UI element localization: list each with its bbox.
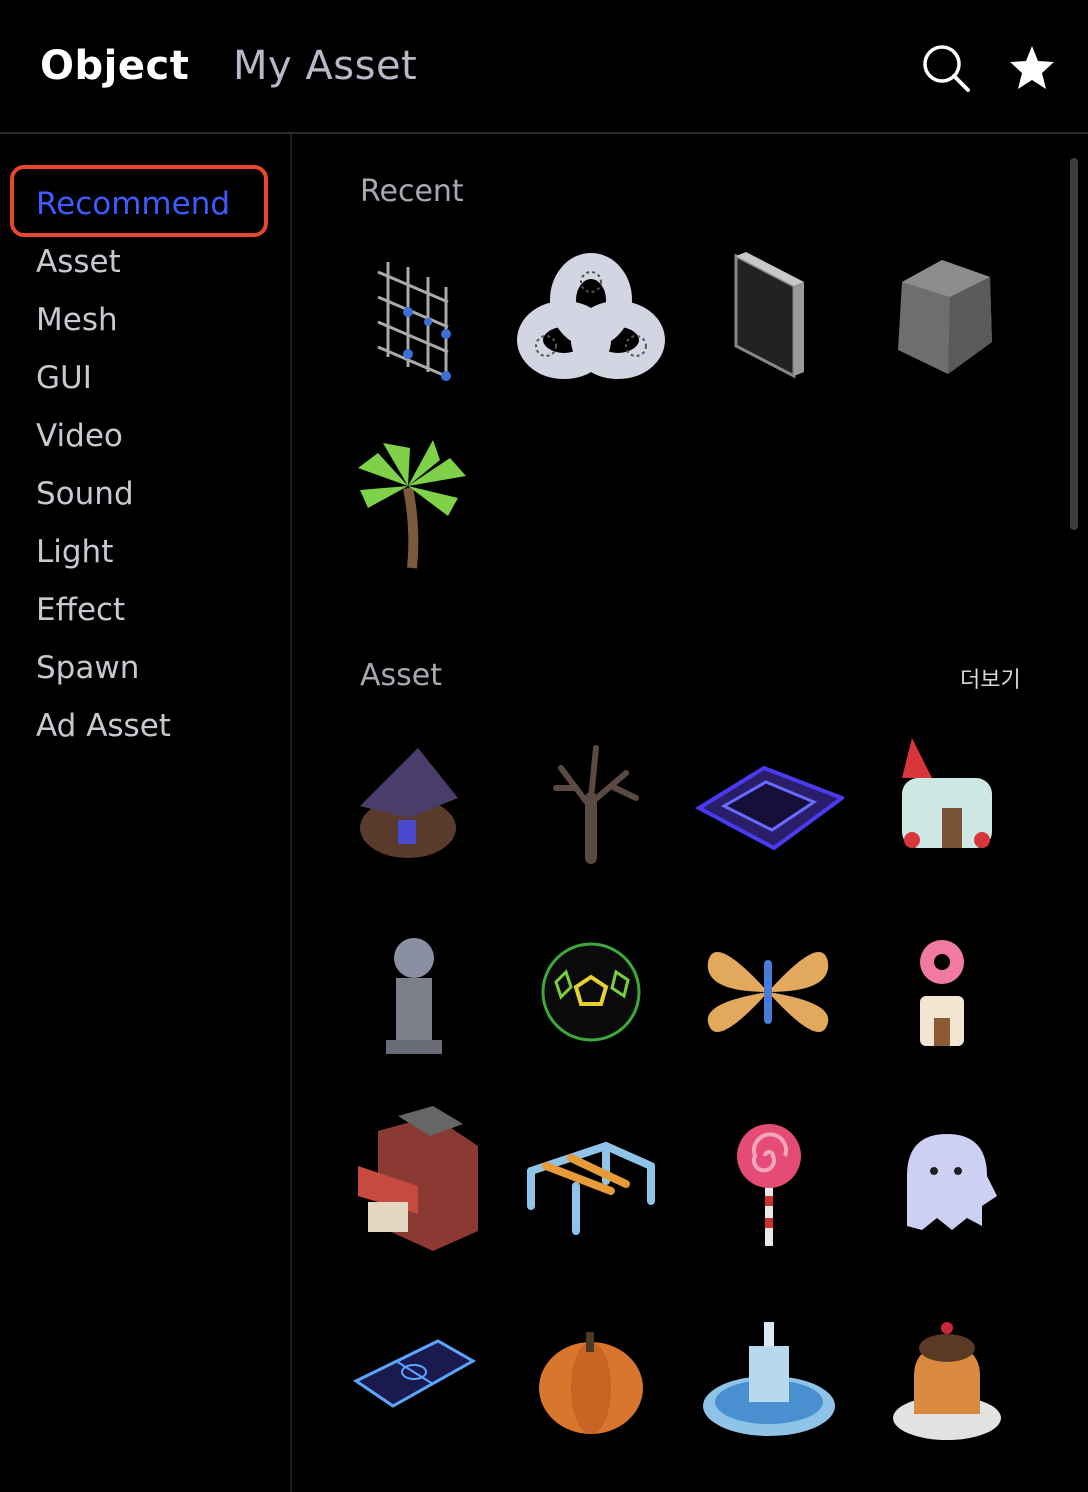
asset-butterfly-propeller[interactable]	[694, 922, 844, 1072]
tab-my-asset[interactable]: My Asset	[233, 40, 417, 92]
sidebar-item-effect[interactable]: Effect	[36, 590, 125, 630]
asset-fountain[interactable]	[694, 1306, 844, 1456]
sidebar-item-recommend[interactable]: Recommend	[36, 184, 230, 224]
section-title-asset: Asset	[360, 658, 443, 693]
asset-playground-bars[interactable]	[516, 1106, 666, 1256]
asset-gray-rock[interactable]	[872, 242, 1022, 392]
sidebar-item-asset[interactable]: Asset	[36, 242, 121, 282]
sidebar-item-gui[interactable]: GUI	[36, 358, 92, 398]
asset-pumpkin[interactable]	[516, 1306, 666, 1456]
asset-trefoil-knot[interactable]	[516, 242, 666, 392]
sidebar-item-mesh[interactable]: Mesh	[36, 300, 118, 340]
asset-grid-frame[interactable]	[338, 242, 488, 392]
asset-neon-soccer-ball[interactable]	[516, 922, 666, 1072]
asset-ghost[interactable]	[872, 1106, 1022, 1256]
section-title-recent: Recent	[360, 174, 464, 209]
asset-neon-arena[interactable]	[694, 728, 844, 878]
asset-brick-shop[interactable]	[338, 1106, 488, 1256]
more-link[interactable]: 더보기	[960, 662, 1021, 694]
top-bar: Object My Asset	[0, 0, 1088, 134]
asset-donut-tower[interactable]	[872, 922, 1022, 1072]
asset-candy-house[interactable]	[872, 728, 1022, 878]
asset-dead-tree[interactable]	[516, 728, 666, 878]
asset-black-panel[interactable]	[694, 242, 844, 392]
asset-cat-pudding[interactable]	[872, 1306, 1022, 1456]
asset-witch-house[interactable]	[338, 728, 488, 878]
sidebar-item-spawn[interactable]: Spawn	[36, 648, 139, 688]
asset-neon-soccer-field[interactable]	[338, 1306, 488, 1456]
sidebar-item-ad-asset[interactable]: Ad Asset	[36, 706, 171, 746]
asset-palm-tree[interactable]	[338, 428, 488, 578]
star-icon[interactable]	[1006, 42, 1058, 94]
tab-object[interactable]: Object	[40, 40, 189, 92]
search-icon[interactable]	[920, 42, 972, 94]
asset-globe-pedestal[interactable]	[338, 922, 488, 1072]
scrollbar[interactable]	[1070, 158, 1078, 530]
asset-lollipop[interactable]	[694, 1106, 844, 1256]
sidebar-item-video[interactable]: Video	[36, 416, 123, 456]
sidebar-item-light[interactable]: Light	[36, 532, 113, 572]
sidebar-item-sound[interactable]: Sound	[36, 474, 134, 514]
